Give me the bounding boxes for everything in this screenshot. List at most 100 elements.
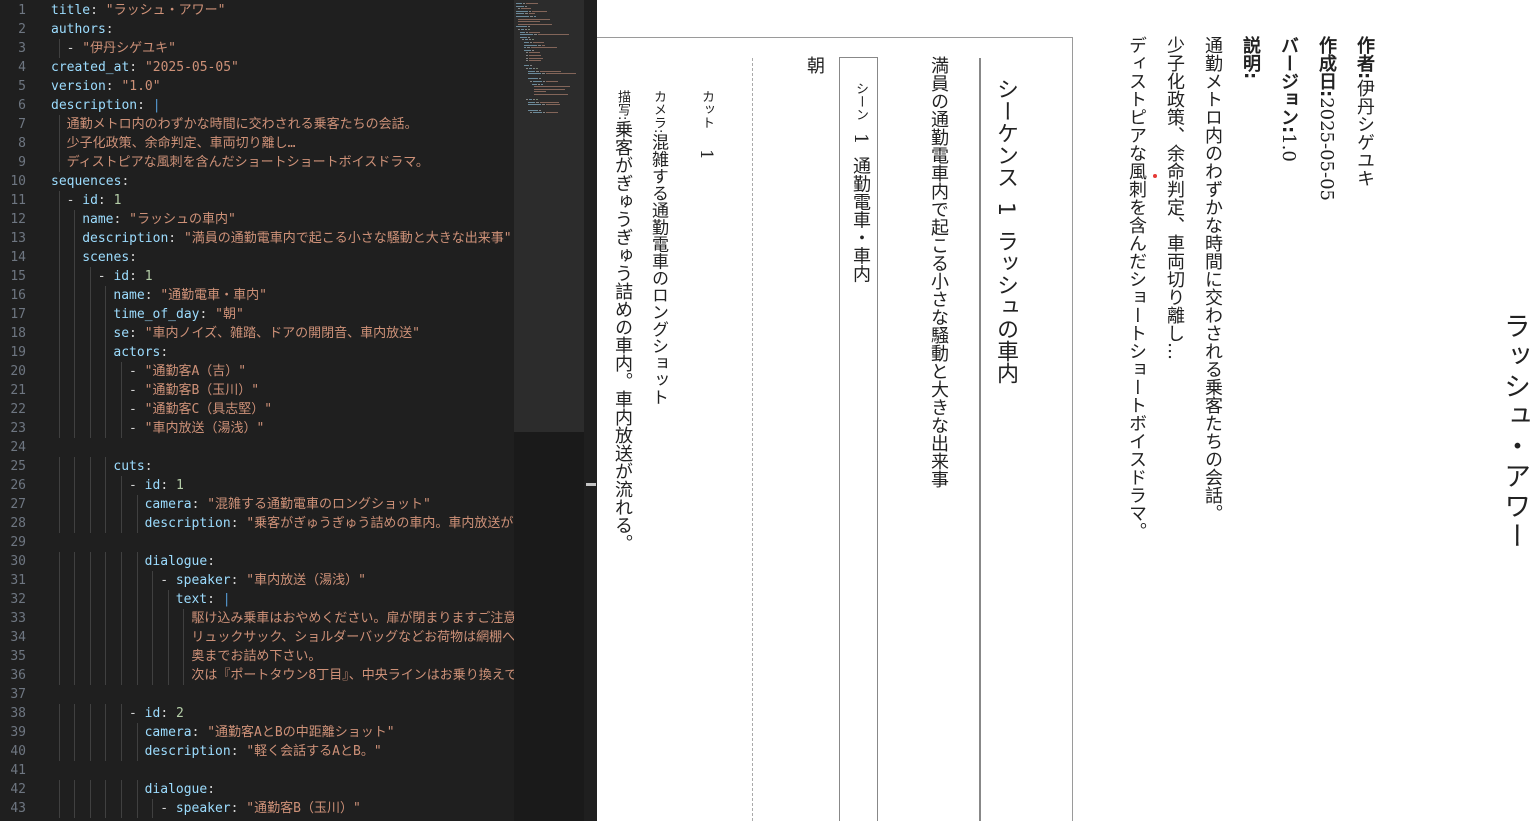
indent-guide bbox=[105, 571, 107, 590]
code-token: id bbox=[144, 706, 161, 721]
indent-guide bbox=[58, 115, 60, 134]
indent-guide bbox=[58, 362, 60, 381]
code-token: : bbox=[191, 497, 208, 512]
code-token: id bbox=[113, 269, 130, 284]
code-line[interactable]: authors: bbox=[51, 20, 114, 39]
indent-guide bbox=[58, 476, 60, 495]
code-token: "軽く会話するAとB。" bbox=[246, 744, 382, 759]
line-number: 22 bbox=[10, 402, 26, 417]
indent-guide bbox=[58, 343, 60, 362]
code-line[interactable]: リュックサック、ショルダーバッグなどお荷物は網棚へ。 bbox=[191, 628, 514, 647]
indent-guide bbox=[74, 248, 76, 267]
code-line[interactable]: title: "ラッシュ・アワー" bbox=[51, 1, 225, 20]
indent-guide bbox=[89, 476, 91, 495]
meta-author: 作者:伊丹シゲユキ bbox=[1351, 36, 1377, 187]
code-line[interactable]: 通勤メトロ内のわずかな時間に交わされる乗客たちの会話。 bbox=[67, 115, 418, 134]
code-line[interactable]: 駆け込み乗車はおやめください。扉が閉まりますご注意ください。 bbox=[191, 609, 514, 628]
code-line[interactable]: time_of_day: "朝" bbox=[113, 305, 243, 324]
yaml-editor-pane[interactable]: 1 2 3 4 5 6 7 8 9 10 11 12 13 14 15 16 17 18 19 20 21 22 23 24 2… bbox=[0, 0, 597, 821]
line-number: 17 bbox=[10, 307, 26, 322]
code-token: : bbox=[90, 3, 106, 18]
line-number: 19 bbox=[10, 345, 26, 360]
indent-guide bbox=[58, 39, 60, 58]
code-line[interactable]: 奥までお詰め下さい。 bbox=[191, 647, 321, 666]
code-line[interactable]: dialogue: bbox=[145, 552, 215, 571]
code-line[interactable]: description: "乗客がぎゅうぎゅう詰めの車内。車内放送が流れる。" bbox=[145, 514, 514, 533]
code-line[interactable]: description: "軽く会話するAとB。" bbox=[145, 742, 382, 761]
code-line[interactable]: text: | bbox=[176, 590, 231, 609]
code-line[interactable]: - "通勤客C（具志堅）" bbox=[129, 400, 272, 419]
indent-guide bbox=[105, 590, 107, 609]
code-line[interactable]: dialogue: bbox=[145, 780, 215, 799]
code-line[interactable]: description: "満員の通勤電車内で起こる小さな騒動と大きな出来事" bbox=[82, 229, 511, 248]
meta-version: バージョン:1.0 bbox=[1275, 36, 1301, 162]
scene-heading: シーン 1 通勤電車・車内 bbox=[847, 82, 873, 282]
code-token: 2 bbox=[175, 706, 184, 721]
indent-guide bbox=[74, 552, 76, 571]
code-line[interactable]: version: "1.0" bbox=[51, 77, 161, 96]
meta-version-label: バージョン: bbox=[1278, 36, 1299, 134]
line-number-gutter: 1 2 3 4 5 6 7 8 9 10 11 12 13 14 15 16 17 18 19 20 21 22 23 24 2… bbox=[0, 0, 38, 821]
line-number: 5 bbox=[18, 79, 26, 94]
code-line[interactable]: name: "通勤電車・車内" bbox=[113, 286, 267, 305]
code-line[interactable]: - "車内放送（湯浅）" bbox=[129, 419, 264, 438]
indent-guide bbox=[74, 210, 76, 229]
code-line[interactable]: - "通勤客A（吉）" bbox=[129, 362, 246, 381]
code-line[interactable]: - "伊丹シゲユキ" bbox=[67, 39, 176, 58]
code-token: actors bbox=[113, 345, 161, 360]
code-line[interactable]: created_at: "2025-05-05" bbox=[51, 58, 239, 77]
code-token: id bbox=[82, 193, 98, 208]
code-line[interactable]: - speaker: "車内放送（湯浅）" bbox=[160, 571, 366, 590]
indent-guide bbox=[74, 723, 76, 742]
code-area[interactable]: title: "ラッシュ・アワー" authors: - "伊丹シゲユキ" creat… bbox=[51, 0, 514, 821]
line-number: 7 bbox=[18, 117, 26, 132]
indent-guide bbox=[136, 495, 138, 514]
code-line[interactable]: - id: 1 bbox=[67, 191, 122, 210]
code-token: "乗客がぎゅうぎゅう詰めの車内。車内放送が流れる。" bbox=[246, 516, 514, 531]
indent-guide bbox=[121, 723, 122, 742]
code-line[interactable]: scenes: bbox=[82, 248, 137, 267]
indent-guide bbox=[121, 419, 122, 438]
code-token: name bbox=[82, 212, 114, 227]
code-line[interactable]: se: "車内ノイズ、雑踏、ドアの開閉音、車内放送" bbox=[113, 324, 420, 343]
code-line[interactable]: - id: 1 bbox=[129, 476, 184, 495]
code-token: description bbox=[51, 98, 138, 113]
indent-guide bbox=[58, 419, 60, 438]
code-line[interactable]: cuts: bbox=[113, 457, 152, 476]
indent-guide bbox=[58, 609, 60, 628]
line-number: 8 bbox=[18, 136, 26, 151]
code-token: : bbox=[105, 22, 114, 37]
indent-guide bbox=[89, 723, 91, 742]
code-line[interactable]: - "通勤客B（玉川）" bbox=[129, 381, 259, 400]
code-token: speaker bbox=[175, 573, 231, 588]
code-line[interactable]: ディストピアな風刺を含んだショートショートボイスドラマ。 bbox=[67, 153, 429, 172]
code-line[interactable]: - speaker: "通勤客B（玉川）" bbox=[160, 799, 361, 818]
indent-guide bbox=[121, 400, 122, 419]
code-line[interactable]: camera: "混雑する通勤電車のロングショット" bbox=[145, 495, 431, 514]
code-token: : bbox=[230, 516, 247, 531]
code-line[interactable]: 少子化政策、余命判定、車両切り離し… bbox=[67, 134, 296, 153]
code-line[interactable]: camera: "通勤客AとBの中距離ショット" bbox=[145, 723, 395, 742]
code-line[interactable]: name: "ラッシュの車内" bbox=[82, 210, 236, 229]
code-line[interactable]: 次は『ポートタウン8丁目』、中央ラインはお乗り換えです。 bbox=[191, 666, 514, 685]
editor-vertical-scrollbar[interactable] bbox=[584, 0, 597, 821]
code-line[interactable]: sequences: bbox=[51, 172, 129, 191]
code-line[interactable]: actors: bbox=[113, 343, 168, 362]
indent-guide bbox=[136, 780, 138, 799]
indent-guide bbox=[74, 704, 76, 723]
code-token: : bbox=[207, 782, 216, 797]
meta-description-line-2: 少子化政策、余命判定、車両切り離し… bbox=[1164, 36, 1185, 360]
minimap-viewport[interactable] bbox=[514, 0, 584, 432]
code-line[interactable]: description: | bbox=[51, 96, 161, 115]
code-token: : bbox=[230, 801, 247, 816]
indent-guide bbox=[167, 590, 169, 609]
code-line[interactable]: - id: 1 bbox=[98, 267, 153, 286]
meta-description-line-1: 通勤メトロ内のわずかな時間に交わされる乗客たちの会話。 bbox=[1202, 36, 1223, 522]
sequence-label: シーケンス bbox=[993, 78, 1018, 188]
indent-guide bbox=[152, 571, 154, 590]
indent-guide bbox=[74, 609, 76, 628]
code-token: "ラッシュの車内" bbox=[129, 212, 236, 227]
scene-number: 1 bbox=[850, 133, 871, 145]
code-line[interactable]: - id: 2 bbox=[129, 704, 184, 723]
code-token: 駆け込み乗車はおやめください。扉が閉まりますご注意ください。 bbox=[191, 611, 514, 626]
